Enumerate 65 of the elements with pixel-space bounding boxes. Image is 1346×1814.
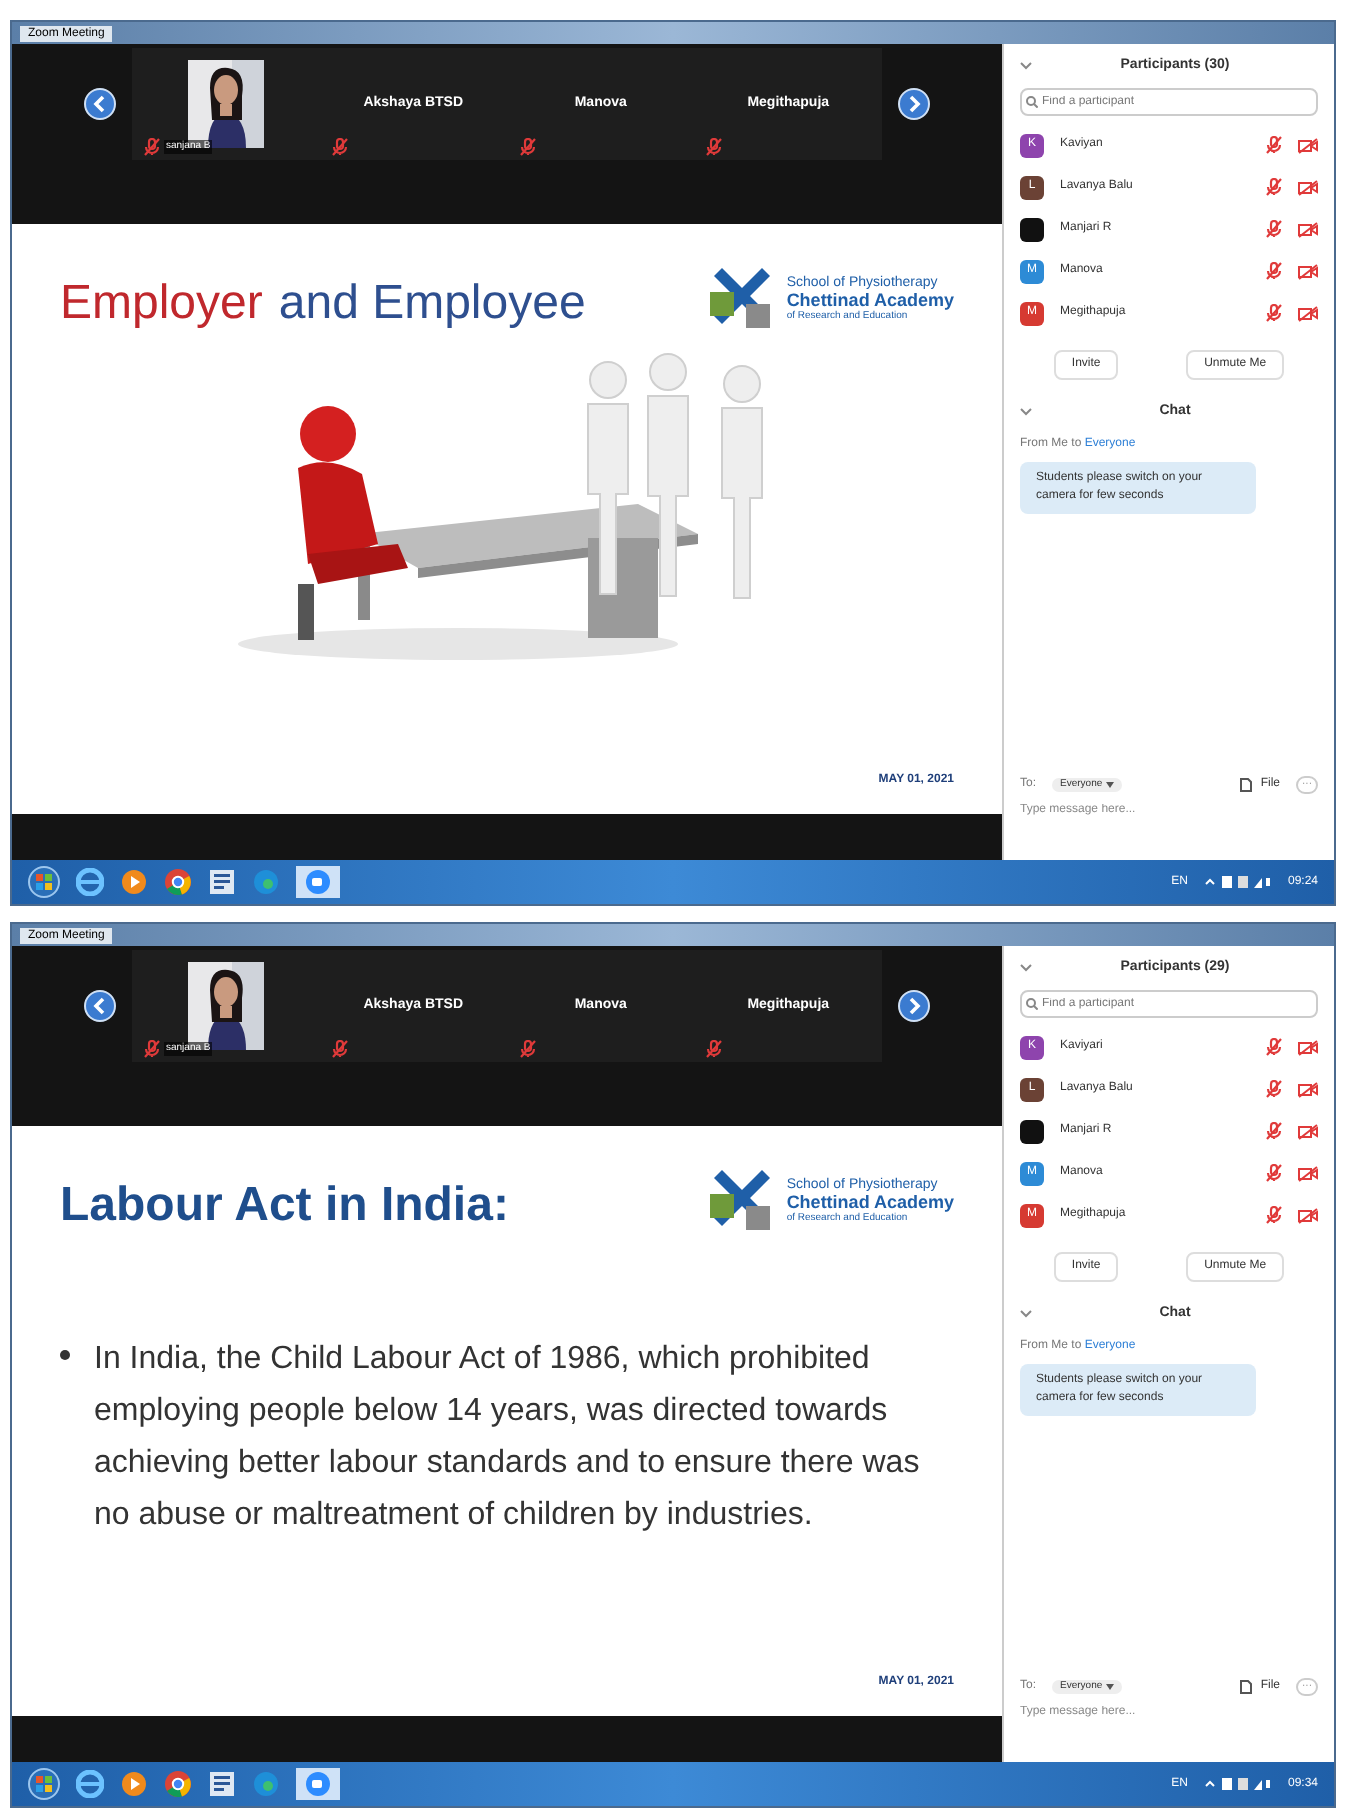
file-icon [1240, 1679, 1253, 1694]
edge-icon[interactable] [252, 868, 280, 896]
video-off-icon [1298, 179, 1318, 195]
collapse-icon[interactable] [1020, 964, 1032, 972]
previous-icon[interactable] [84, 990, 116, 1022]
muted-mic-icon [706, 1040, 723, 1058]
mic-off-icon [1266, 1080, 1282, 1098]
video-off-icon [1298, 221, 1318, 237]
slide-title: Employer [60, 280, 263, 328]
caret-icon [1106, 1683, 1115, 1690]
collapse-icon[interactable] [1020, 62, 1032, 70]
system-tray-icon [1203, 874, 1272, 890]
muted-mic-icon [706, 138, 723, 156]
video-off-icon [1298, 263, 1318, 279]
video-off-icon [1298, 305, 1318, 321]
system-tray-icon [1203, 1776, 1272, 1792]
media-player-icon[interactable] [120, 1770, 148, 1798]
mic-off-icon [1266, 262, 1282, 280]
search-icon [1026, 96, 1038, 108]
caret-icon [1106, 781, 1115, 788]
video-off-icon [1298, 137, 1318, 153]
muted-mic-icon [519, 1040, 535, 1058]
collapse-icon[interactable] [1020, 1310, 1032, 1318]
slide-title: and Employee [278, 280, 586, 328]
chrome-icon[interactable] [164, 868, 192, 896]
edge-icon[interactable] [252, 1770, 280, 1798]
document-icon[interactable] [208, 868, 236, 896]
muted-mic-icon [331, 1040, 348, 1058]
video-off-icon [1298, 1123, 1318, 1139]
logo-academy-text: Chettinad Academy [786, 292, 954, 311]
logo-academy-text: Chettinad Academy [786, 1194, 954, 1213]
video-off-icon [1298, 1081, 1318, 1097]
start-icon[interactable] [28, 866, 60, 898]
next-icon[interactable] [898, 88, 930, 120]
browser-icon[interactable] [76, 868, 104, 896]
mic-off-icon [1266, 1206, 1282, 1224]
muted-mic-icon [144, 138, 160, 156]
mic-off-icon [1266, 136, 1282, 154]
muted-mic-icon [519, 138, 535, 156]
mic-off-icon [1266, 220, 1282, 238]
muted-mic-icon [144, 1040, 160, 1058]
bullet-icon [60, 1350, 70, 1360]
document-icon[interactable] [208, 1770, 236, 1798]
video-off-icon [1298, 1165, 1318, 1181]
mic-off-icon [1266, 178, 1282, 196]
browser-icon[interactable] [76, 1770, 104, 1798]
zoom-icon[interactable] [296, 1768, 340, 1800]
chrome-icon[interactable] [164, 1770, 192, 1798]
muted-mic-icon [331, 138, 348, 156]
video-off-icon [1298, 1207, 1318, 1223]
start-icon[interactable] [28, 1768, 60, 1800]
next-icon[interactable] [898, 990, 930, 1022]
zoom-icon[interactable] [296, 866, 340, 898]
file-icon [1240, 777, 1253, 792]
mic-off-icon [1266, 1164, 1282, 1182]
collapse-icon[interactable] [1020, 408, 1032, 416]
mic-off-icon [1266, 1122, 1282, 1140]
video-off-icon [1298, 1039, 1318, 1055]
mic-off-icon [1266, 304, 1282, 322]
slide-title: Labour Act in India: [60, 1182, 509, 1230]
bullet-text: In India, the Child Labour Act of 1986, which prohibited employing people below 14 years, was directed towards achieving better labour standards and to ensure there was no abuse or maltreatment of children by industries. [94, 1340, 922, 1536]
mic-off-icon [1266, 1038, 1282, 1056]
media-player-icon[interactable] [120, 868, 148, 896]
previous-icon[interactable] [84, 88, 116, 120]
search-icon [1026, 998, 1038, 1010]
